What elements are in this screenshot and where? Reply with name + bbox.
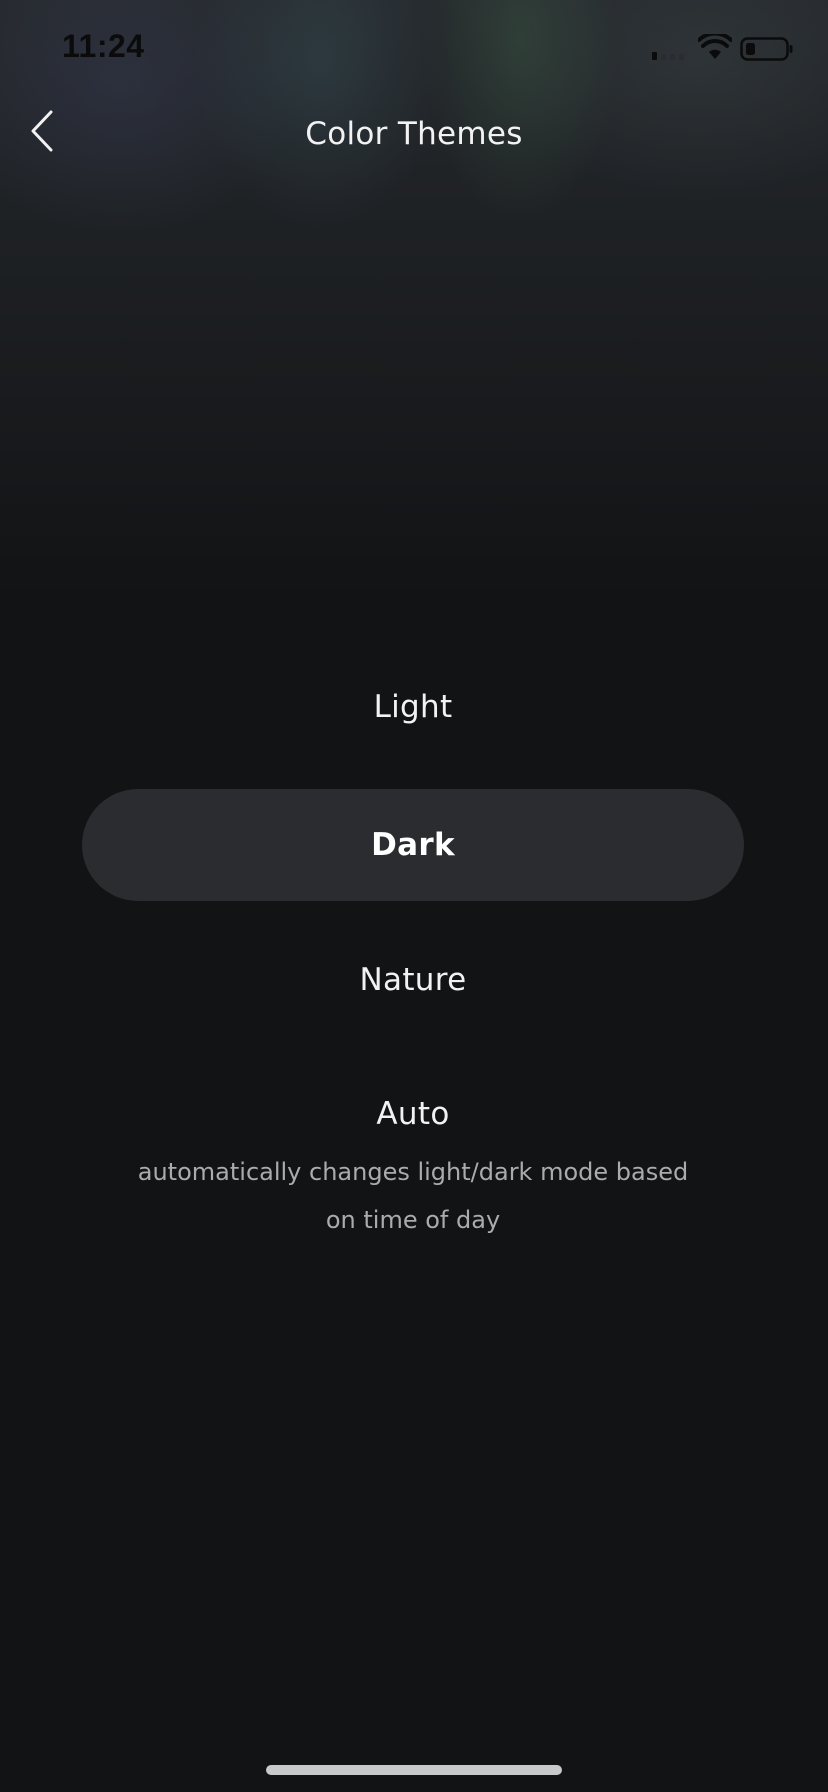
theme-option-nature[interactable]: Nature — [82, 924, 744, 1036]
battery-icon — [740, 37, 793, 61]
cellular-signal-icon — [652, 52, 684, 60]
theme-option-dark[interactable]: Dark — [82, 789, 744, 901]
theme-description: automatically changes light/dark mode ba… — [137, 1158, 689, 1234]
theme-option-light[interactable]: Light — [82, 651, 744, 763]
screen: 11:24 Color Themes Light Dark Nature Aut… — [0, 0, 828, 1792]
wifi-icon — [698, 34, 732, 59]
theme-label: Nature — [359, 962, 467, 998]
nav-bar: Color Themes — [0, 100, 828, 180]
theme-label: Dark — [371, 827, 455, 863]
theme-label: Light — [373, 689, 453, 725]
home-indicator[interactable] — [266, 1765, 562, 1775]
page-title: Color Themes — [305, 116, 523, 152]
status-bar: 11:24 — [0, 0, 828, 100]
theme-label: Auto — [376, 1096, 450, 1132]
status-time: 11:24 — [62, 28, 145, 64]
theme-option-auto[interactable]: Auto automatically changes light/dark mo… — [82, 1070, 744, 1250]
